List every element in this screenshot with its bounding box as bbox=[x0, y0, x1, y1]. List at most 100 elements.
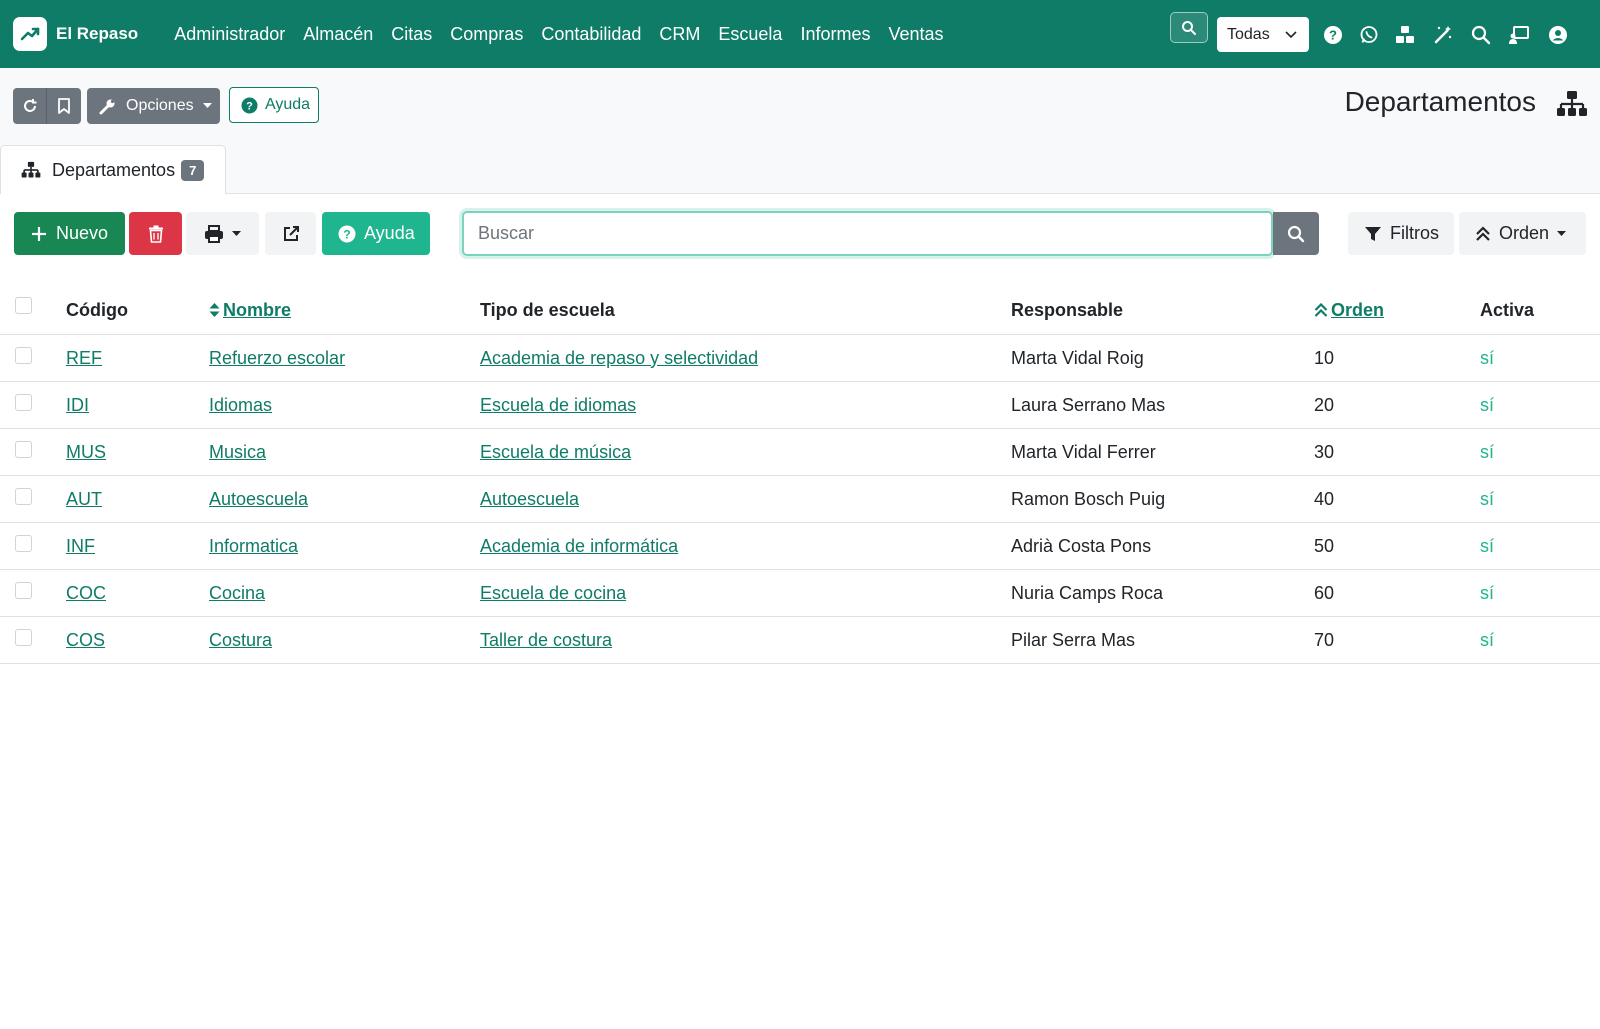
orden-cell: 50 bbox=[1314, 535, 1335, 556]
caret-down-icon bbox=[1557, 230, 1567, 236]
help-circle-icon: ? bbox=[338, 225, 356, 242]
nombre-link[interactable]: Idiomas bbox=[209, 395, 272, 416]
brand-name: El Repaso bbox=[56, 24, 139, 43]
nombre-link[interactable]: Refuerzo escolar bbox=[209, 348, 345, 369]
row-checkbox[interactable] bbox=[15, 582, 32, 599]
column-header-tipo[interactable]: Tipo de escuela bbox=[480, 286, 615, 334]
table-row: COS Costura Taller de costura Pilar Serr… bbox=[0, 617, 1600, 664]
codigo-link[interactable]: COC bbox=[66, 583, 106, 604]
menu-item-administrador[interactable]: Administrador bbox=[165, 0, 294, 68]
codigo-link[interactable]: AUT bbox=[66, 489, 102, 510]
delete-button[interactable] bbox=[129, 212, 182, 255]
row-checkbox[interactable] bbox=[15, 535, 32, 552]
orden-button[interactable]: Orden bbox=[1459, 212, 1586, 255]
tipo-link[interactable]: Academia de repaso y selectividad bbox=[480, 348, 758, 369]
row-checkbox[interactable] bbox=[15, 394, 32, 411]
nombre-link[interactable]: Musica bbox=[209, 442, 266, 463]
column-header-responsable[interactable]: Responsable bbox=[1011, 286, 1123, 334]
opciones-button[interactable]: Opciones bbox=[87, 88, 220, 124]
refresh-bookmark-group bbox=[13, 88, 81, 124]
codigo-link[interactable]: COS bbox=[66, 630, 105, 651]
tipo-link[interactable]: Academia de informática bbox=[480, 536, 678, 557]
search-icon[interactable] bbox=[1470, 24, 1492, 46]
page-header: Opciones ? Ayuda Departamentos Departame… bbox=[0, 68, 1600, 194]
orden-cell: 40 bbox=[1314, 488, 1335, 509]
menu-item-citas[interactable]: Citas bbox=[382, 0, 441, 68]
nombre-link[interactable]: Informatica bbox=[209, 536, 298, 557]
sitemap-icon bbox=[1556, 90, 1588, 123]
wrench-icon bbox=[99, 99, 115, 114]
trash-icon bbox=[148, 225, 163, 243]
company-select[interactable]: Todas bbox=[1217, 17, 1309, 52]
sitemap-icon bbox=[21, 161, 41, 178]
opciones-label: Opciones bbox=[126, 97, 194, 114]
codigo-link[interactable]: INF bbox=[66, 536, 95, 557]
row-checkbox[interactable] bbox=[15, 441, 32, 458]
column-header-orden[interactable]: Orden bbox=[1314, 286, 1384, 334]
search-input[interactable] bbox=[464, 213, 1271, 254]
activa-cell: sí bbox=[1480, 441, 1495, 462]
bookmark-button[interactable] bbox=[47, 88, 81, 124]
magic-wand-icon[interactable] bbox=[1432, 24, 1454, 46]
menu-item-ventas[interactable]: Ventas bbox=[879, 0, 952, 68]
search-submit-button[interactable] bbox=[1273, 212, 1319, 255]
menu-item-escuela[interactable]: Escuela bbox=[709, 0, 791, 68]
toolbar-ayuda-button[interactable]: ? Ayuda bbox=[322, 212, 430, 255]
double-chevron-up-icon bbox=[1314, 302, 1328, 317]
row-checkbox[interactable] bbox=[15, 347, 32, 364]
row-checkbox[interactable] bbox=[15, 488, 32, 505]
chalkboard-user-icon[interactable] bbox=[1508, 24, 1530, 46]
column-header-codigo[interactable]: Código bbox=[66, 286, 128, 334]
select-all-checkbox[interactable] bbox=[15, 297, 32, 314]
brand[interactable]: El Repaso bbox=[13, 17, 138, 51]
column-header-activa[interactable]: Activa bbox=[1480, 286, 1534, 334]
tipo-link[interactable]: Escuela de idiomas bbox=[480, 395, 636, 416]
header-ayuda-button[interactable]: ? Ayuda bbox=[229, 87, 319, 123]
search-icon bbox=[1287, 225, 1305, 242]
tab-departamentos[interactable]: Departamentos 7 bbox=[0, 145, 226, 194]
refresh-button[interactable] bbox=[13, 88, 47, 124]
user-circle-icon[interactable] bbox=[1547, 24, 1569, 46]
responsable-cell: Marta Vidal Ferrer bbox=[1011, 441, 1156, 462]
nombre-link[interactable]: Cocina bbox=[209, 583, 265, 604]
tab-label: Departamentos bbox=[52, 159, 176, 180]
tipo-link[interactable]: Escuela de cocina bbox=[480, 583, 626, 604]
open-external-button[interactable] bbox=[265, 212, 316, 255]
tipo-link[interactable]: Escuela de música bbox=[480, 442, 631, 463]
header-ayuda-label: Ayuda bbox=[265, 96, 311, 113]
refresh-icon bbox=[23, 99, 36, 112]
print-button[interactable] bbox=[186, 212, 259, 255]
company-select-value: Todas bbox=[1227, 25, 1270, 43]
menu-item-contabilidad[interactable]: Contabilidad bbox=[532, 0, 650, 68]
activa-cell: sí bbox=[1480, 394, 1495, 415]
menu-item-almacen[interactable]: Almacén bbox=[294, 0, 382, 68]
codigo-link[interactable]: REF bbox=[66, 348, 102, 369]
whatsapp-icon[interactable] bbox=[1358, 24, 1380, 46]
activa-cell: sí bbox=[1480, 347, 1495, 368]
nav-search-button[interactable] bbox=[1170, 12, 1208, 43]
codigo-link[interactable]: MUS bbox=[66, 442, 106, 463]
menu-item-crm[interactable]: CRM bbox=[650, 0, 709, 68]
tipo-link[interactable]: Autoescuela bbox=[480, 489, 579, 510]
departamentos-table: Código Nombre Tipo de escuela Responsabl… bbox=[0, 286, 1600, 664]
help-icon[interactable]: ? bbox=[1322, 24, 1344, 46]
column-header-nombre[interactable]: Nombre bbox=[209, 286, 291, 334]
sort-icon bbox=[209, 303, 220, 317]
filtros-button[interactable]: Filtros bbox=[1348, 212, 1454, 255]
menu-item-compras[interactable]: Compras bbox=[441, 0, 532, 68]
tipo-link[interactable]: Taller de costura bbox=[480, 630, 612, 651]
nombre-link[interactable]: Costura bbox=[209, 630, 272, 651]
table-row: AUT Autoescuela Autoescuela Ramon Bosch … bbox=[0, 476, 1600, 523]
row-checkbox[interactable] bbox=[15, 629, 32, 646]
menu-item-informes[interactable]: Informes bbox=[791, 0, 879, 68]
responsable-cell: Nuria Camps Roca bbox=[1011, 582, 1164, 603]
cubes-icon[interactable] bbox=[1394, 24, 1416, 46]
nombre-link[interactable]: Autoescuela bbox=[209, 489, 308, 510]
activa-cell: sí bbox=[1480, 582, 1495, 603]
codigo-link[interactable]: IDI bbox=[66, 395, 89, 416]
search-field bbox=[462, 211, 1273, 256]
nuevo-button[interactable]: Nuevo bbox=[14, 212, 125, 255]
orden-label: Orden bbox=[1499, 223, 1550, 243]
caret-down-icon bbox=[232, 230, 241, 236]
trending-up-icon bbox=[13, 17, 47, 51]
